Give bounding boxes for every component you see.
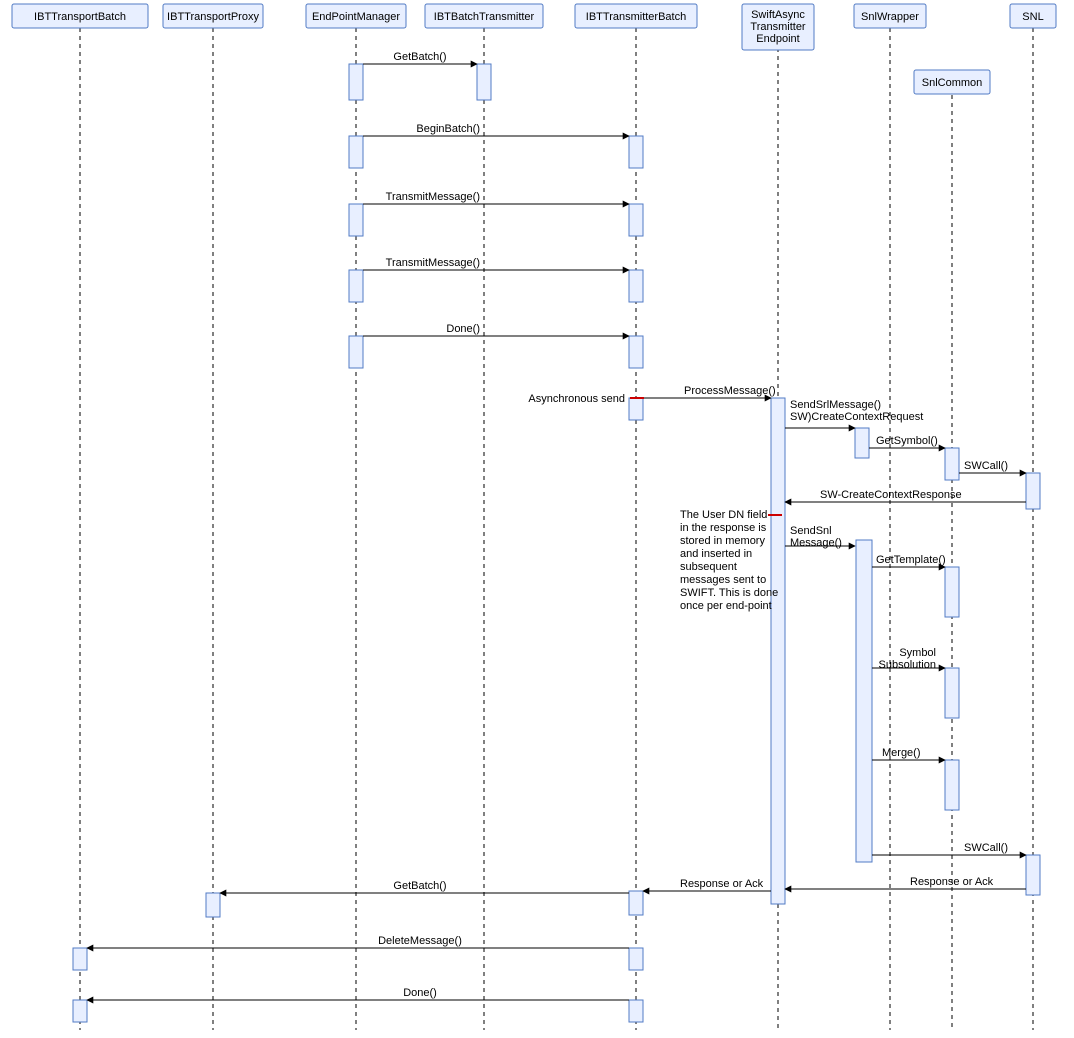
participant-swiftasynctransmitterendpoint: SwiftAsync Transmitter Endpoint: [742, 4, 814, 50]
svg-text:SendSrlMessage(): SendSrlMessage(): [790, 399, 881, 411]
svg-text:GetTemplate(): GetTemplate(): [876, 554, 946, 566]
msg-response-ack-2: Response or Ack: [643, 878, 771, 891]
svg-text:IBTBatchTransmitter: IBTBatchTransmitter: [434, 11, 535, 23]
svg-text:Message(): Message(): [790, 537, 842, 549]
svg-text:and inserted in: and inserted in: [680, 548, 752, 560]
svg-text:GetBatch(): GetBatch(): [393, 880, 446, 892]
lifelines: [80, 28, 1033, 1030]
svg-text:Response or Ack: Response or Ack: [680, 878, 764, 890]
msg-transmitmessage-2: TransmitMessage(): [363, 257, 629, 270]
svg-text:Response or Ack: Response or Ack: [910, 876, 994, 888]
msg-response-ack-1: Response or Ack: [785, 876, 1026, 889]
svg-text:The User DN field: The User DN field: [680, 509, 767, 521]
svg-text:in the response is: in the response is: [680, 522, 767, 534]
msg-done-2: Done(): [87, 987, 629, 1000]
svg-text:EndPointManager: EndPointManager: [312, 11, 400, 23]
msg-transmitmessage-1: TransmitMessage(): [363, 191, 629, 204]
svg-text:once per end-point: once per end-point: [680, 600, 772, 612]
svg-text:GetSymbol(): GetSymbol(): [876, 435, 938, 447]
svg-text:SnlCommon: SnlCommon: [922, 77, 983, 89]
svg-text:SWCall(): SWCall(): [964, 460, 1008, 472]
svg-text:IBTTransmitterBatch: IBTTransmitterBatch: [586, 11, 686, 23]
svg-text:Transmitter: Transmitter: [750, 21, 806, 33]
notes: Asynchronous send The User DN field in t…: [528, 393, 782, 612]
note-user-dn: The User DN field in the response is sto…: [680, 509, 782, 612]
msg-sendsnlmessage: SendSnl Message(): [785, 525, 855, 549]
svg-text:Asynchronous send: Asynchronous send: [528, 393, 625, 405]
svg-text:Subsolution: Subsolution: [879, 659, 937, 671]
participant-snlwrapper: SnlWrapper: [854, 4, 926, 28]
svg-text:DeleteMessage(): DeleteMessage(): [378, 935, 462, 947]
svg-text:IBTTransportBatch: IBTTransportBatch: [34, 11, 126, 23]
participant-ibttransportproxy: IBTTransportProxy: [163, 4, 263, 28]
msg-merge: Merge(): [872, 747, 945, 760]
participant-snl: SNL: [1010, 4, 1056, 28]
participants: IBTTransportBatch IBTTransportProxy EndP…: [12, 4, 1056, 94]
svg-text:SnlWrapper: SnlWrapper: [861, 11, 919, 23]
svg-text:messages sent to: messages sent to: [680, 574, 766, 586]
svg-text:SNL: SNL: [1022, 11, 1043, 23]
msg-getsymbol: GetSymbol(): [869, 435, 945, 448]
svg-text:Endpoint: Endpoint: [756, 33, 799, 45]
svg-text:SWIFT. This is done: SWIFT. This is done: [680, 587, 778, 599]
svg-text:SWCall(): SWCall(): [964, 842, 1008, 854]
sequence-diagram: IBTTransportBatch IBTTransportProxy EndP…: [0, 0, 1074, 1038]
participant-endpointmanager: EndPointManager: [306, 4, 406, 28]
svg-text:Done(): Done(): [446, 323, 480, 335]
msg-processmessage: ProcessMessage(): [643, 385, 776, 398]
svg-text:subsequent: subsequent: [680, 561, 737, 573]
messages: GetBatch() BeginBatch() TransmitMessage(…: [87, 51, 1026, 1000]
svg-text:SW-CreateContextResponse: SW-CreateContextResponse: [820, 489, 962, 501]
svg-text:SW)CreateContextRequest: SW)CreateContextRequest: [790, 411, 923, 423]
svg-text:ProcessMessage(): ProcessMessage(): [684, 385, 776, 397]
msg-deletemessage: DeleteMessage(): [87, 935, 629, 948]
msg-swcall-1: SWCall(): [959, 460, 1026, 473]
msg-done-1: Done(): [363, 323, 629, 336]
msg-sendsrlmessage: SendSrlMessage() SW)CreateContextRequest: [785, 399, 923, 428]
svg-text:stored in memory: stored in memory: [680, 535, 765, 547]
svg-text:Merge(): Merge(): [882, 747, 921, 759]
svg-text:GetBatch(): GetBatch(): [393, 51, 446, 63]
note-asynchronous-send: Asynchronous send: [528, 393, 644, 405]
svg-text:SwiftAsync: SwiftAsync: [751, 9, 805, 21]
svg-text:SendSnl: SendSnl: [790, 525, 832, 537]
msg-swcall-2: SWCall(): [872, 842, 1026, 855]
participant-ibttransmitterbatch: IBTTransmitterBatch: [575, 4, 697, 28]
svg-text:BeginBatch(): BeginBatch(): [416, 123, 480, 135]
participant-ibtbatchtransmitter: IBTBatchTransmitter: [425, 4, 543, 28]
activations: [73, 64, 1040, 1022]
svg-text:TransmitMessage(): TransmitMessage(): [386, 191, 480, 203]
msg-getbatch-2: GetBatch(): [220, 880, 629, 893]
msg-symbolsubsolution: Symbol Subsolution: [872, 647, 945, 671]
participant-ibttransportbatch: IBTTransportBatch: [12, 4, 148, 28]
msg-beginbatch: BeginBatch(): [363, 123, 629, 136]
participant-snlcommon: SnlCommon: [914, 70, 990, 94]
svg-text:Symbol: Symbol: [899, 647, 936, 659]
svg-text:TransmitMessage(): TransmitMessage(): [386, 257, 480, 269]
svg-text:IBTTransportProxy: IBTTransportProxy: [167, 11, 259, 23]
msg-createcontextresponse: SW-CreateContextResponse: [785, 489, 1026, 502]
svg-text:Done(): Done(): [403, 987, 437, 999]
msg-gettemplate: GetTemplate(): [872, 554, 946, 567]
msg-getbatch-1: GetBatch(): [363, 51, 477, 64]
